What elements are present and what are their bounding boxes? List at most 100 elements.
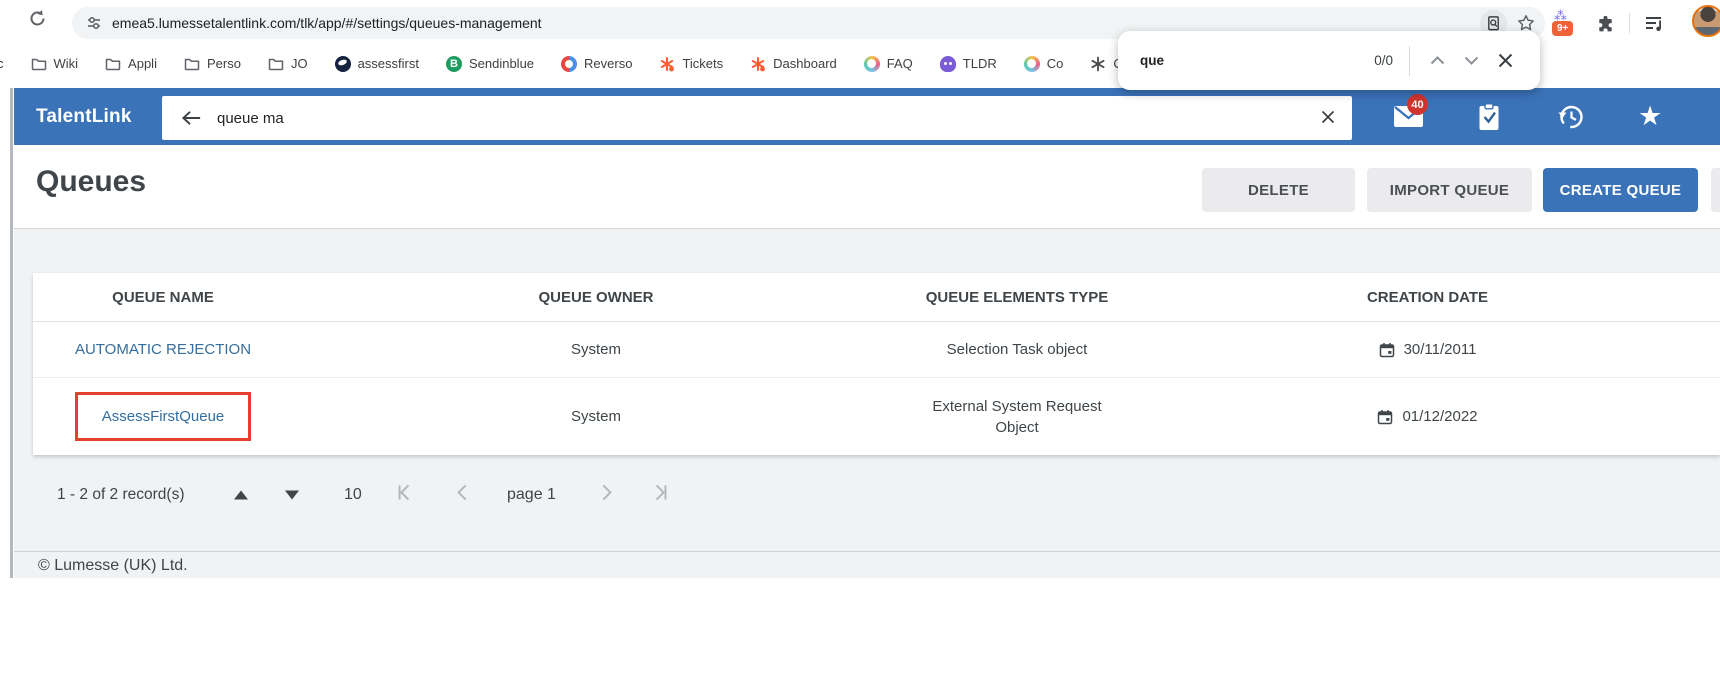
bookmark-label: Appli: [128, 56, 157, 71]
create-queue-button[interactable]: CREATE QUEUE: [1543, 168, 1698, 212]
column-header-queue-elements-type[interactable]: QUEUE ELEMENTS TYPE: [899, 289, 1135, 306]
bookmark-label: Sendinblue: [469, 56, 534, 71]
bookmark-star-icon[interactable]: [1517, 14, 1535, 32]
find-close-icon[interactable]: [1488, 44, 1522, 78]
previous-page-icon[interactable]: [455, 482, 471, 509]
history-icon[interactable]: [1557, 88, 1585, 145]
bookmark-item-assessfirst[interactable]: assessfirst: [335, 56, 419, 72]
delete-button[interactable]: DELETE: [1202, 168, 1355, 212]
pagination-bar: 1 - 2 of 2 record(s) 10 page 1: [14, 470, 1720, 520]
reload-icon[interactable]: [28, 9, 47, 33]
bookmark-item-wiki[interactable]: Wiki: [31, 56, 79, 72]
reverso-icon: [561, 56, 577, 72]
bookmark-item-partial[interactable]: c: [0, 56, 4, 71]
footer-copyright: © Lumesse (UK) Ltd.: [38, 557, 188, 575]
queue-type-cell: External System Request Object: [930, 396, 1105, 438]
bookmark-label: TLDR: [963, 56, 997, 71]
app-header: TalentLink queue ma 40: [14, 88, 1720, 145]
star-outline-glyph: [1517, 14, 1535, 32]
page-title-bar: Queues DELETE IMPORT QUEUE CREATE QUEUE: [14, 145, 1720, 229]
chatgpt-knot-icon: [1090, 56, 1106, 72]
page-size-decrease-icon[interactable]: [285, 491, 299, 500]
column-header-creation-date[interactable]: CREATION DATE: [1135, 289, 1720, 306]
tasks-clipboard-icon[interactable]: [1478, 88, 1500, 145]
first-page-icon[interactable]: [396, 482, 412, 509]
find-match-count: 0/0: [1374, 53, 1393, 68]
bookmark-item-jo[interactable]: JO: [268, 56, 308, 72]
letter-b-icon: B: [446, 56, 462, 72]
column-header-queue-owner[interactable]: QUEUE OWNER: [293, 289, 899, 306]
creation-date-cell: 01/12/2022: [1135, 408, 1720, 425]
bookmark-label: JO: [291, 56, 308, 71]
color-ring-icon: [864, 56, 880, 72]
bookmark-item-appli[interactable]: Appli: [105, 56, 157, 72]
bookmark-item-sendinblue[interactable]: B Sendinblue: [446, 56, 534, 72]
globe-icon: [335, 56, 351, 72]
queue-name-link[interactable]: AssessFirstQueue: [102, 408, 225, 425]
find-previous-icon[interactable]: [1420, 44, 1454, 78]
page-size-value[interactable]: 10: [344, 486, 362, 504]
queue-type-cell: Selection Task object: [899, 341, 1135, 358]
bookmark-item-tickets[interactable]: Tickets: [659, 56, 723, 72]
bookmark-label: Perso: [207, 56, 241, 71]
hubspot-sprocket-icon: [659, 56, 675, 72]
queues-table: QUEUE NAME QUEUE OWNER QUEUE ELEMENTS TY…: [33, 273, 1720, 455]
toolbar-extensions-area: ⁂ 9+: [1552, 4, 1664, 42]
url-text[interactable]: emea5.lumessetalentlink.com/tlk/app/#/se…: [112, 15, 1480, 31]
extension-notification-icon[interactable]: ⁂ 9+: [1552, 8, 1582, 38]
find-query-input[interactable]: que: [1140, 53, 1374, 68]
window-edge-divider: [10, 88, 13, 578]
back-arrow-icon[interactable]: [180, 109, 203, 127]
page-size-increase-icon[interactable]: [234, 491, 248, 500]
last-page-icon[interactable]: [653, 482, 669, 509]
next-page-icon[interactable]: [598, 482, 614, 509]
highlight-red-box: AssessFirstQueue: [75, 392, 252, 441]
bookmark-label: assessfirst: [358, 56, 419, 71]
table-header-row: QUEUE NAME QUEUE OWNER QUEUE ELEMENTS TY…: [33, 273, 1720, 322]
page-title: Queues: [36, 165, 146, 199]
records-count: 1 - 2 of 2 record(s): [57, 486, 185, 504]
reload-glyph: [28, 9, 47, 28]
bookmark-item-co[interactable]: Co: [1024, 56, 1064, 72]
octopus-icon: [940, 56, 956, 72]
hubspot-sprocket-icon: [750, 56, 766, 72]
queue-owner-cell: System: [293, 408, 899, 425]
site-settings-icon[interactable]: [86, 15, 102, 31]
current-page-label: page 1: [507, 486, 556, 504]
find-in-page-bar: que 0/0: [1118, 31, 1540, 90]
app-search-value: queue ma: [217, 110, 284, 127]
queue-owner-cell: System: [293, 341, 899, 358]
bookmark-item-perso[interactable]: Perso: [184, 56, 241, 72]
partial-button[interactable]: [1711, 168, 1720, 212]
creation-date-cell: 30/11/2011: [1135, 341, 1720, 358]
clear-search-icon[interactable]: [1320, 109, 1336, 130]
column-header-queue-name[interactable]: QUEUE NAME: [33, 289, 293, 306]
bottom-whitespace: [0, 578, 1720, 682]
bookmark-item-faq[interactable]: FAQ: [864, 56, 913, 72]
color-ring-icon: [1024, 56, 1040, 72]
app-search-input[interactable]: queue ma: [162, 96, 1352, 140]
doc-search-icon: [1485, 15, 1502, 32]
find-next-icon[interactable]: [1454, 44, 1488, 78]
folder-icon: [184, 56, 200, 72]
bookmark-label: Co: [1047, 56, 1064, 71]
footer-divider: [14, 551, 1720, 552]
table-row: AssessFirstQueue System External System …: [33, 378, 1720, 455]
toolbar-divider: [1629, 13, 1630, 33]
bookmark-item-tldr[interactable]: TLDR: [940, 56, 997, 72]
creation-date-text: 01/12/2022: [1402, 408, 1477, 425]
reading-list-icon[interactable]: [1644, 14, 1664, 32]
bookmark-item-dashboard[interactable]: Dashboard: [750, 56, 837, 72]
profile-avatar[interactable]: [1692, 5, 1720, 37]
creation-date-text: 30/11/2011: [1404, 341, 1477, 358]
bookmark-item-reverso[interactable]: Reverso: [561, 56, 632, 72]
folder-icon: [105, 56, 121, 72]
bookmark-label: Tickets: [682, 56, 723, 71]
extensions-puzzle-icon[interactable]: [1596, 14, 1615, 33]
calendar-icon: [1377, 409, 1393, 425]
queue-name-link[interactable]: AUTOMATIC REJECTION: [75, 341, 251, 358]
bookmark-label: Reverso: [584, 56, 632, 71]
favorites-star-icon[interactable]: ★: [1638, 88, 1662, 145]
import-queue-button[interactable]: IMPORT QUEUE: [1367, 168, 1532, 212]
talentlink-logo[interactable]: TalentLink: [36, 88, 132, 145]
